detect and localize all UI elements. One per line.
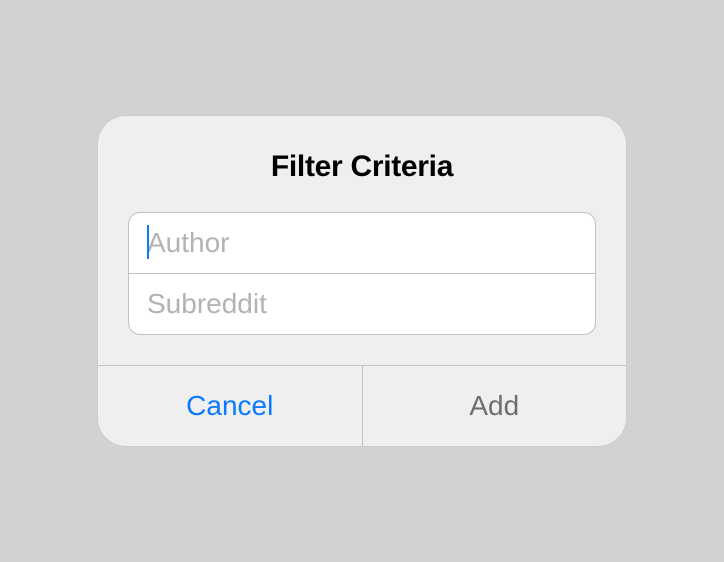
button-row: Cancel Add	[98, 365, 626, 446]
add-button[interactable]: Add	[363, 366, 627, 446]
subreddit-input[interactable]	[129, 274, 595, 334]
author-field-wrap	[129, 213, 595, 273]
dialog-header: Filter Criteria	[98, 116, 626, 212]
text-cursor	[147, 225, 149, 259]
cancel-button[interactable]: Cancel	[98, 366, 362, 446]
input-group	[128, 212, 596, 335]
filter-criteria-dialog: Filter Criteria Cancel Add	[98, 116, 626, 446]
dialog-title: Filter Criteria	[118, 150, 606, 184]
author-input[interactable]	[129, 213, 595, 273]
